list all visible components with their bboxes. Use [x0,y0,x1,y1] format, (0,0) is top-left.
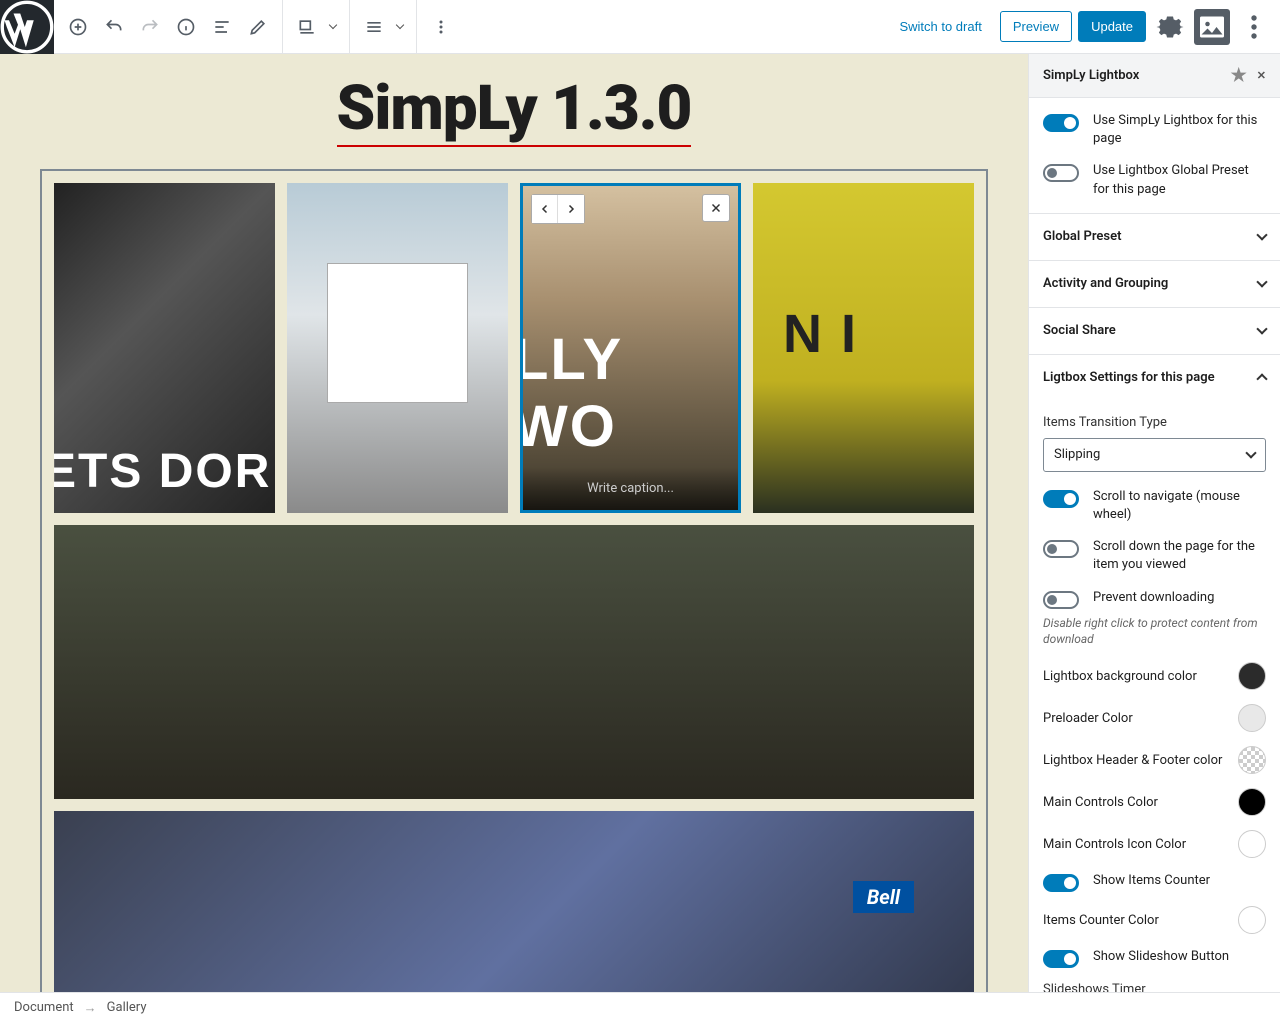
bg-color-swatch[interactable] [1238,662,1266,690]
breadcrumb: Document → Gallery [0,992,1280,1022]
gallery-image-4[interactable]: N I [753,183,974,513]
toggle-show-counter[interactable] [1043,874,1079,892]
sidebar-panel: SimpLy Lightbox ★ ✕ Use SimpLy Lightbox … [1028,54,1280,1022]
section-global-preset[interactable]: Global Preset [1029,214,1280,260]
align-button[interactable] [356,9,392,45]
transition-type-select[interactable]: Slipping [1043,438,1266,472]
prevent-download-help: Disable right click to protect content f… [1043,615,1266,649]
editor-canvas: SimpLy 1.3.0 ETS DOR LLY WO Write captio… [0,54,1028,992]
move-left-button[interactable] [532,195,558,223]
gallery-image-6[interactable]: Bell [54,811,974,992]
main-controls-icon-swatch[interactable] [1238,830,1266,858]
main-controls-color-swatch[interactable] [1238,788,1266,816]
preloader-color-swatch[interactable] [1238,704,1266,732]
counter-color-swatch[interactable] [1238,906,1266,934]
gallery-panel-icon[interactable] [1194,9,1230,45]
transition-type-label: Items Transition Type [1043,415,1266,430]
gallery-image-3-selected[interactable]: LLY WO Write caption... [520,183,741,513]
header-footer-color-swatch[interactable] [1238,746,1266,774]
toggle-scroll-navigate[interactable] [1043,490,1079,508]
image-caption-input[interactable]: Write caption... [523,467,738,510]
image-reorder-controls [531,194,585,224]
section-lightbox-settings[interactable]: Ligtbox Settings for this page [1029,355,1280,401]
wordpress-logo[interactable] [0,0,54,54]
redo-button[interactable] [132,9,168,45]
page-title[interactable]: SimpLy 1.3.0 [0,64,1028,169]
more-menu-button[interactable] [1236,9,1272,45]
editor-topbar: Switch to draft Preview Update [0,0,1280,54]
sidebar-title: SimpLy Lightbox [1043,68,1139,83]
switch-to-draft-button[interactable]: Switch to draft [887,11,993,42]
remove-image-button[interactable] [702,194,730,222]
image-align-caret[interactable] [325,9,343,45]
info-button[interactable] [168,9,204,45]
update-button[interactable]: Update [1078,11,1146,42]
gallery-block[interactable]: ETS DOR LLY WO Write caption... N I [40,169,988,992]
move-right-button[interactable] [558,195,584,223]
section-activity-grouping[interactable]: Activity and Grouping [1029,261,1280,307]
gallery-image-1[interactable]: ETS DOR [54,183,275,513]
edit-button[interactable] [240,9,276,45]
preview-button[interactable]: Preview [1000,11,1072,42]
section-social-share[interactable]: Social Share [1029,308,1280,354]
breadcrumb-document[interactable]: Document [14,1000,74,1015]
breadcrumb-gallery[interactable]: Gallery [107,1000,147,1015]
toggle-show-slideshow[interactable] [1043,950,1079,968]
image-align-button[interactable] [289,9,325,45]
undo-button[interactable] [96,9,132,45]
outline-button[interactable] [204,9,240,45]
toggle-use-global-preset[interactable] [1043,164,1079,182]
more-options-button[interactable] [423,9,459,45]
sidebar-header: SimpLy Lightbox ★ ✕ [1029,54,1280,98]
toggle-prevent-download[interactable] [1043,591,1079,609]
settings-gear-icon[interactable] [1152,9,1188,45]
toggle-use-lightbox[interactable] [1043,114,1079,132]
star-icon[interactable]: ★ [1231,65,1247,86]
add-block-button[interactable] [60,9,96,45]
toggle-scroll-down[interactable] [1043,540,1079,558]
gallery-image-2[interactable] [287,183,508,513]
align-caret[interactable] [392,9,410,45]
gallery-image-5[interactable] [54,525,974,799]
close-sidebar-icon[interactable]: ✕ [1257,69,1266,82]
